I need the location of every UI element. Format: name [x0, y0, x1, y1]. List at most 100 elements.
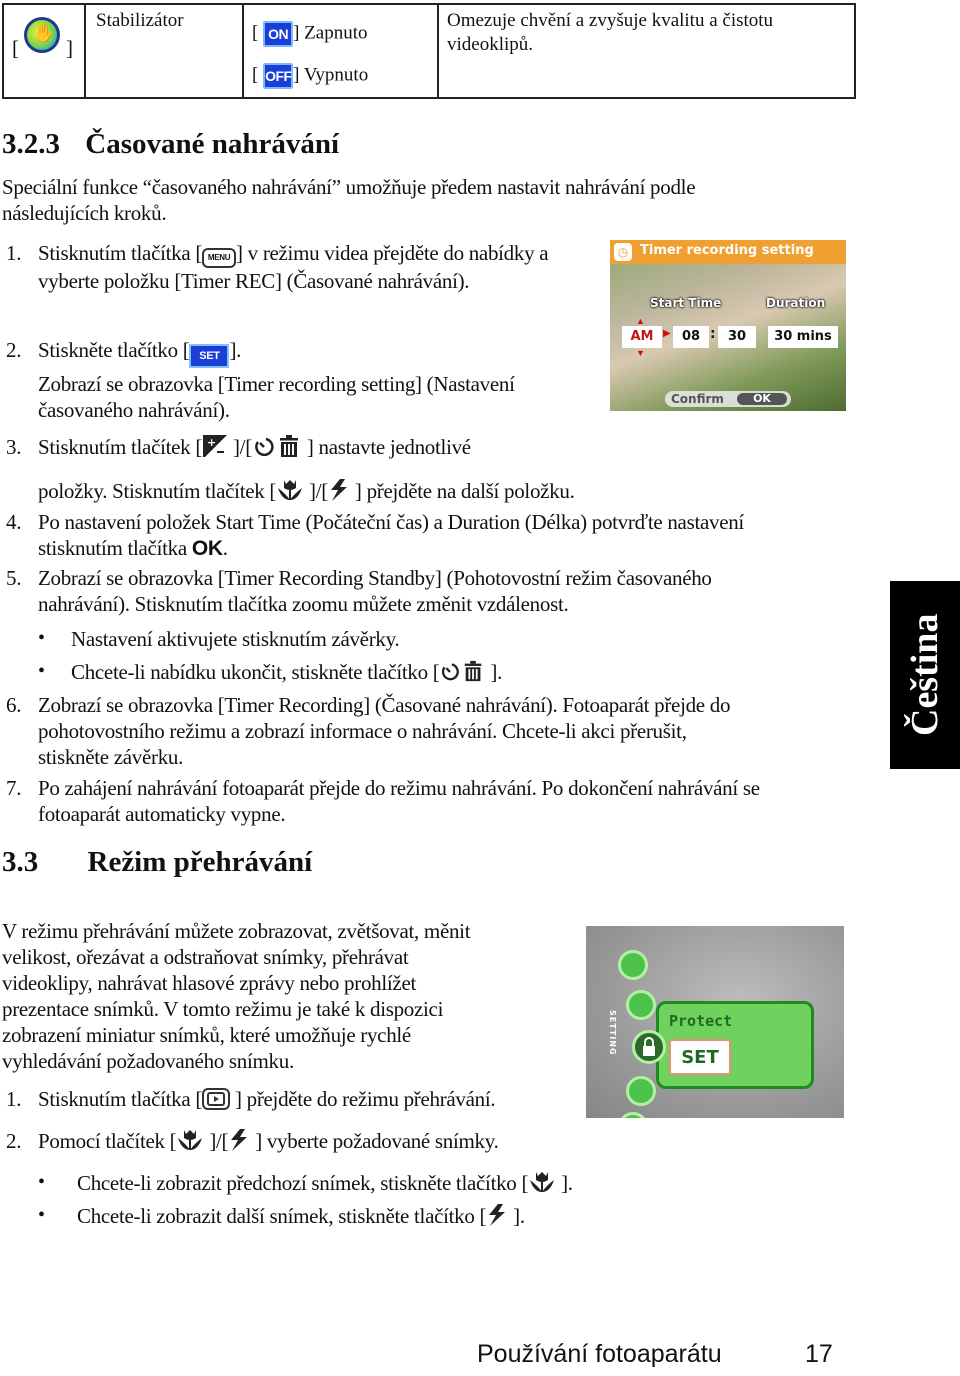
macro-icon — [278, 480, 303, 500]
intro-line: V režimu přehrávání můžete zobrazovat, z… — [2, 919, 471, 943]
screen-title: Timer recording setting — [640, 243, 814, 258]
section-title: Režim přehrávání — [87, 846, 313, 878]
macro-icon — [178, 1130, 203, 1150]
step-4-line2: stisknutím tlačítka OK. — [38, 535, 228, 562]
step-1: Stisknutím tlačítka [MENU] v režimu vide… — [38, 240, 578, 294]
option-on: [ ON] Zapnuto — [252, 21, 367, 47]
playback-button-icon — [202, 1088, 231, 1110]
flash-icon — [489, 1204, 506, 1226]
step-text: ]/[ — [228, 435, 252, 459]
step-text: ] přejděte na další položku. — [349, 479, 575, 503]
table-cell-description: Omezuje chvění a zvyšuje kvalitu a čisto… — [439, 5, 854, 97]
protect-panel: Protect SET — [656, 1001, 814, 1089]
bracket: [ — [12, 36, 19, 60]
bullet-item: Chcete-li zobrazit předchozí snímek, sti… — [77, 1170, 573, 1196]
step-6-line3: stiskněte závěrku. — [38, 745, 184, 769]
step-text: ]/[ — [304, 479, 328, 503]
intro-line: prezentace snímků. V tomto režimu je tak… — [2, 997, 444, 1021]
option-off: [ OFF] Vypnuto — [252, 63, 368, 89]
svg-text:+: + — [207, 436, 216, 449]
arrow-up-icon: ▲ — [636, 316, 645, 326]
timer-video-icon: ◷ — [614, 243, 632, 261]
section-intro: V režimu přehrávání můžete zobrazovat, z… — [2, 918, 471, 1074]
self-timer-delete-icon — [255, 435, 298, 457]
step-text: ]/[ — [204, 1129, 229, 1153]
step-5: Zobrazí se obrazovka [Timer Recording St… — [38, 566, 712, 590]
step-3-line2: položky. Stisknutím tlačítek [ ]/[ ] pře… — [38, 478, 575, 504]
step-2-note: Zobrazí se obrazovka [Timer recording se… — [38, 372, 515, 422]
step-7-line2: fotoaparát automaticky vypne. — [38, 802, 286, 826]
hour-field: 08 — [673, 326, 709, 348]
section-number: 3.3 — [2, 846, 39, 878]
macro-icon — [530, 1172, 555, 1192]
intro-line: vyhledávání požadovaného snímku. — [2, 1049, 294, 1073]
playback-step-1: Stisknutím tlačítka [ ] přejděte do reži… — [38, 1086, 496, 1112]
confirm-bar: Confirm OK — [665, 391, 791, 407]
step-text: ] přejděte do režimu přehrávání. — [230, 1087, 496, 1111]
table-cell-name: Stabilizátor — [86, 5, 244, 97]
bullet-text: Chcete-li nabídku ukončit, stiskněte tla… — [71, 660, 440, 684]
confirm-label: Confirm — [671, 392, 724, 406]
duration-label: Duration — [766, 296, 826, 310]
step-text: Stisknutím tlačítek [ — [38, 435, 203, 459]
playback-step-2: Pomocí tlačítek [ ]/[ ] vyberte požadova… — [38, 1128, 499, 1154]
section-intro: Speciální funkce “časovaného nahrávání” … — [2, 175, 696, 225]
bullet-item: Nastavení aktivujete stisknutím závěrky. — [71, 627, 400, 651]
bullet-text: ]. — [556, 1171, 573, 1195]
stabilizer-hand-icon — [24, 17, 60, 53]
language-tab: Čeština — [890, 581, 960, 769]
start-time-label: Start Time — [650, 296, 722, 310]
menu-label: Protect — [669, 1012, 733, 1030]
bullet-text: Chcete-li zobrazit předchozí snímek, sti… — [77, 1171, 529, 1195]
menu-icon — [618, 1112, 648, 1118]
step-4: Po nastavení položek Start Time (Počáteč… — [38, 510, 744, 534]
setting-description: Omezuje chvění a zvyšuje kvalitu a čisto… — [447, 10, 774, 55]
step-text: položky. Stisknutím tlačítek [ — [38, 479, 277, 503]
bracket: ] — [66, 36, 73, 60]
ampm-field: AM — [622, 326, 662, 348]
bullet: • — [38, 660, 45, 682]
step-text: Stiskněte tlačítko [ — [38, 338, 190, 362]
lock-icon — [632, 1030, 666, 1064]
screen-title-bar: ◷ Timer recording setting — [610, 240, 846, 264]
section-heading: 3.2.3 Časované nahrávání — [2, 128, 339, 161]
step-text: ] vyberte požadované snímky. — [250, 1129, 499, 1153]
menu-button-icon: MENU — [202, 248, 237, 268]
step-number: 4. — [6, 510, 22, 534]
step-number: 5. — [6, 566, 22, 590]
step-2: Stiskněte tlačítko [SET]. — [38, 337, 241, 368]
settings-table: [ ] Stabilizátor [ ON] Zapnuto [ OFF] Vy… — [2, 3, 856, 99]
step-number: 6. — [6, 693, 22, 717]
step-number: 2. — [6, 338, 22, 362]
option-label: Vypnuto — [303, 64, 369, 86]
step-text: ] nastavte jednotlivé — [301, 435, 471, 459]
bullet: • — [38, 1204, 45, 1226]
set-button-icon: SET — [189, 344, 230, 368]
step-text: Pomocí tlačítek [ — [38, 1129, 177, 1153]
setting-label: SETTING — [608, 1010, 617, 1056]
step-text: stisknutím tlačítka — [38, 536, 192, 560]
step-number: 2. — [6, 1129, 22, 1153]
section-heading: 3.3 Režim přehrávání — [2, 846, 312, 879]
flash-icon — [231, 1129, 248, 1151]
bullet-text: Chcete-li zobrazit další snímek, stiskně… — [77, 1204, 487, 1228]
bullet-item: Chcete-li zobrazit další snímek, stiskně… — [77, 1203, 525, 1229]
intro-line: zobrazení miniatur snímků, které umožňuj… — [2, 1023, 411, 1047]
exposure-icon: + — [203, 435, 228, 457]
table-cell-icon: [ ] — [4, 5, 86, 97]
step-text: ]. — [229, 338, 242, 362]
resize-icon — [626, 990, 656, 1020]
section-number: 3.2.3 — [2, 128, 60, 160]
section-title: Časované nahrávání — [85, 128, 340, 160]
step-number: 7. — [6, 776, 22, 800]
step-number: 1. — [6, 1087, 22, 1111]
slideshow-icon — [618, 950, 648, 980]
duration-field: 30 mins — [768, 326, 838, 348]
minute-field: 30 — [718, 326, 756, 348]
bullet-text: ]. — [508, 1204, 525, 1228]
intro-line: velikost, ořezávat a odstraňovat snímky,… — [2, 945, 409, 969]
step-5-line2: nahrávání). Stisknutím tlačítka zoomu mů… — [38, 592, 569, 616]
language-label: Čeština — [904, 613, 946, 737]
time-separator: : — [710, 326, 716, 342]
flash-icon — [330, 479, 347, 501]
